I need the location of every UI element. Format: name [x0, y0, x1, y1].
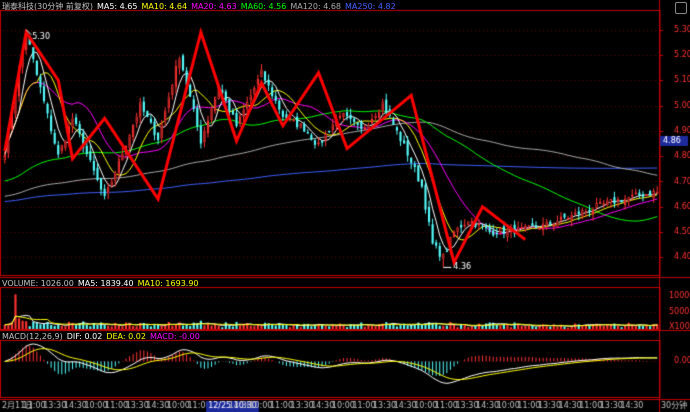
- ma10-value: MA10: 4.64: [141, 2, 188, 11]
- stock-chart-canvas[interactable]: [0, 0, 690, 412]
- dif-value: DIF: 0.02: [66, 332, 103, 341]
- macd-header: MACD(12,26,9) DIF: 0.02 DEA: 0.02 MACD: -0.…: [2, 331, 204, 342]
- price-header: 瑞泰科技(30分钟 前复权) MA5: 4.65 MA10: 4.64 MA20: 4…: [2, 1, 400, 12]
- volume-ma5-value: MA5: 1839.40: [77, 279, 134, 288]
- volume-value: VOLUME: 1026.00: [2, 279, 74, 288]
- ma60-value: MA60: 4.56: [240, 2, 287, 11]
- ma5-value: MA5: 4.65: [96, 2, 138, 11]
- volume-ma10-value: MA10: 1693.90: [137, 279, 199, 288]
- macd-title: MACD(12,26,9): [2, 332, 63, 341]
- ma250-value: MA250: 4.82: [345, 2, 396, 11]
- stock-title: 瑞泰科技(30分钟 前复权): [2, 2, 93, 11]
- volume-header: VOLUME: 1026.00 MA5: 1839.40 MA10: 1693.90: [2, 278, 203, 289]
- ma20-value: MA20: 4.63: [191, 2, 237, 11]
- window-toggle-icon[interactable]: [675, 2, 687, 14]
- dea-value: DEA: 0.02: [106, 332, 146, 341]
- macd-value: MACD: -0.00: [149, 332, 200, 341]
- ma120-value: MA120: 4.68: [290, 2, 342, 11]
